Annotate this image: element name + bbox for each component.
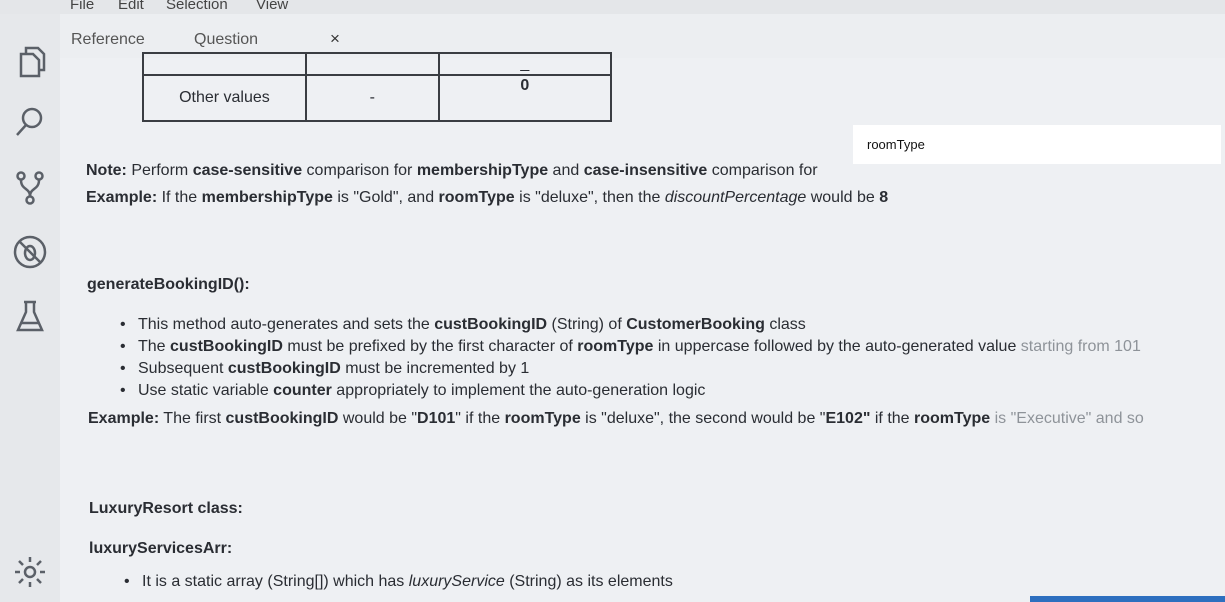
table-row: _ <box>142 52 613 76</box>
text: (String) as its elements <box>504 573 673 590</box>
text: If the <box>157 189 202 206</box>
text: is "Gold", and <box>332 189 439 206</box>
text: case-sensitive <box>192 162 303 179</box>
text: appropriately to implement the auto-gene… <box>331 382 706 399</box>
menu-selection[interactable]: Selection <box>166 0 228 13</box>
tab-question[interactable]: Question <box>194 31 258 49</box>
text: roomType <box>504 410 581 427</box>
text: membershipType <box>416 162 549 179</box>
text: discountPercentage <box>664 189 807 206</box>
text: membershipType <box>201 189 333 206</box>
text: Perform <box>126 162 193 179</box>
example-line-1: Example: If the membershipType is "Gold"… <box>86 189 888 207</box>
text: CustomerBooking <box>626 316 765 333</box>
table-cell: _ <box>437 52 613 76</box>
text: E102" <box>825 410 871 427</box>
array-heading: luxuryServicesArr: <box>89 540 233 557</box>
example-line-2: Example: The first custBookingID would b… <box>88 410 1144 428</box>
method-heading: generateBookingID(): <box>87 276 250 293</box>
text: case-insensitive <box>583 162 708 179</box>
text: counter <box>273 382 332 399</box>
note-label: Note: <box>86 162 127 179</box>
text: would be " <box>338 410 418 427</box>
text: D101 <box>417 410 456 427</box>
text: (String) of <box>547 316 627 333</box>
example-label: Example: <box>86 189 158 206</box>
text: custBookingID <box>225 410 339 427</box>
room-type-overlay: roomType <box>853 125 1221 164</box>
settings-icon[interactable] <box>12 554 48 590</box>
tab-reference[interactable]: Reference <box>71 31 145 49</box>
table-cell: - <box>304 74 440 122</box>
text: must be prefixed by the first character … <box>282 338 578 355</box>
table-cell <box>304 52 440 76</box>
example-label: Example: <box>88 410 160 427</box>
text: comparison for <box>707 162 818 179</box>
text: if the <box>870 410 914 427</box>
table-row: Other values - 0 <box>142 74 613 122</box>
text: " if the <box>455 410 505 427</box>
text: and <box>548 162 584 179</box>
class-heading: LuxuryResort class: <box>89 500 243 517</box>
text: Subsequent <box>138 360 228 377</box>
close-icon[interactable]: × <box>330 29 340 49</box>
list-item: It is a static array (String[]) which ha… <box>120 571 673 593</box>
files-icon[interactable] <box>12 44 48 80</box>
text: is "Executive" and so <box>990 410 1144 427</box>
beaker-icon[interactable] <box>12 298 48 334</box>
status-bar <box>1030 596 1225 602</box>
array-bullet-list: It is a static array (String[]) which ha… <box>120 571 673 593</box>
text: is "deluxe", the second would be " <box>580 410 826 427</box>
text: is "deluxe", then the <box>514 189 665 206</box>
discount-table: _ Other values - 0 <box>142 52 613 122</box>
search-icon[interactable] <box>12 104 48 140</box>
text: The first <box>159 410 226 427</box>
text: roomType <box>438 189 515 206</box>
table-cell: 0 <box>437 74 613 122</box>
list-item: This method auto-generates and sets the … <box>116 314 1141 336</box>
text: would be <box>806 189 880 206</box>
text: roomType <box>577 338 654 355</box>
text: This method auto-generates and sets the <box>138 316 435 333</box>
activity-bar <box>0 14 60 602</box>
text: starting from 101 <box>1020 338 1141 355</box>
text: must be incremented by 1 <box>340 360 530 377</box>
menu-bar: File Edit Selection View <box>0 0 1225 14</box>
text: luxuryService <box>408 573 505 590</box>
text: class <box>764 316 806 333</box>
table-cell: Other values <box>142 74 307 122</box>
text: It is a static array (String[]) which ha… <box>142 573 409 590</box>
note-line: Note: Perform case-sensitive comparison … <box>86 162 818 180</box>
list-item: Subsequent custBookingID must be increme… <box>116 358 1141 380</box>
text: roomType <box>914 410 991 427</box>
method-bullet-list: This method auto-generates and sets the … <box>116 314 1141 402</box>
debug-icon[interactable] <box>12 234 48 270</box>
menu-view[interactable]: View <box>256 0 288 13</box>
text: custBookingID <box>227 360 341 377</box>
text: custBookingID <box>170 338 283 355</box>
text: in uppercase followed by the auto-genera… <box>653 338 1021 355</box>
text: custBookingID <box>434 316 548 333</box>
menu-edit[interactable]: Edit <box>118 0 144 13</box>
text: Use static variable <box>138 382 274 399</box>
text: 8 <box>879 189 889 206</box>
text: The <box>138 338 171 355</box>
table-cell <box>142 52 307 76</box>
list-item: The custBookingID must be prefixed by th… <box>116 336 1141 358</box>
source-control-icon[interactable] <box>12 170 48 206</box>
text: comparison for <box>302 162 417 179</box>
list-item: Use static variable counter appropriatel… <box>116 380 1141 402</box>
menu-file[interactable]: File <box>70 0 94 13</box>
